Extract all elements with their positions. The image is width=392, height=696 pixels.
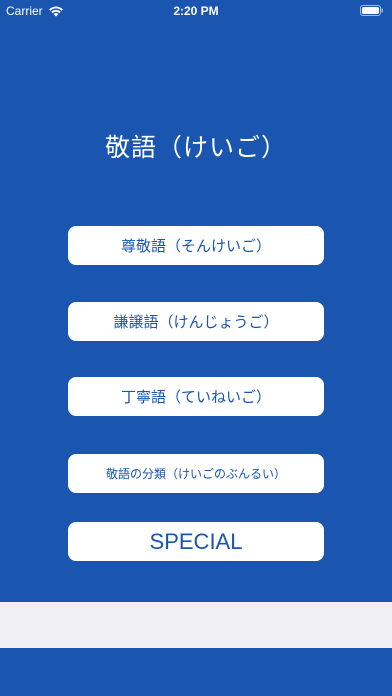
sonkeigo-button[interactable]: 尊敬語（そんけいご） <box>68 226 324 265</box>
special-button[interactable]: SPECIAL <box>68 522 324 561</box>
page-title: 敬語（けいご） <box>104 133 287 162</box>
status-time: 2:20 PM <box>173 4 219 18</box>
teineigo-button[interactable]: 丁寧語（ていねいご） <box>68 377 324 416</box>
bottom-banner-area <box>0 602 392 648</box>
kenjougo-button[interactable]: 謙譲語（けんじょうご） <box>68 302 324 341</box>
battery-icon <box>360 5 383 16</box>
keigo-classification-button[interactable]: 敬語の分類（けいごのぶんるい） <box>68 454 324 493</box>
status-bar: Carrier 2:20 PM <box>0 0 392 22</box>
